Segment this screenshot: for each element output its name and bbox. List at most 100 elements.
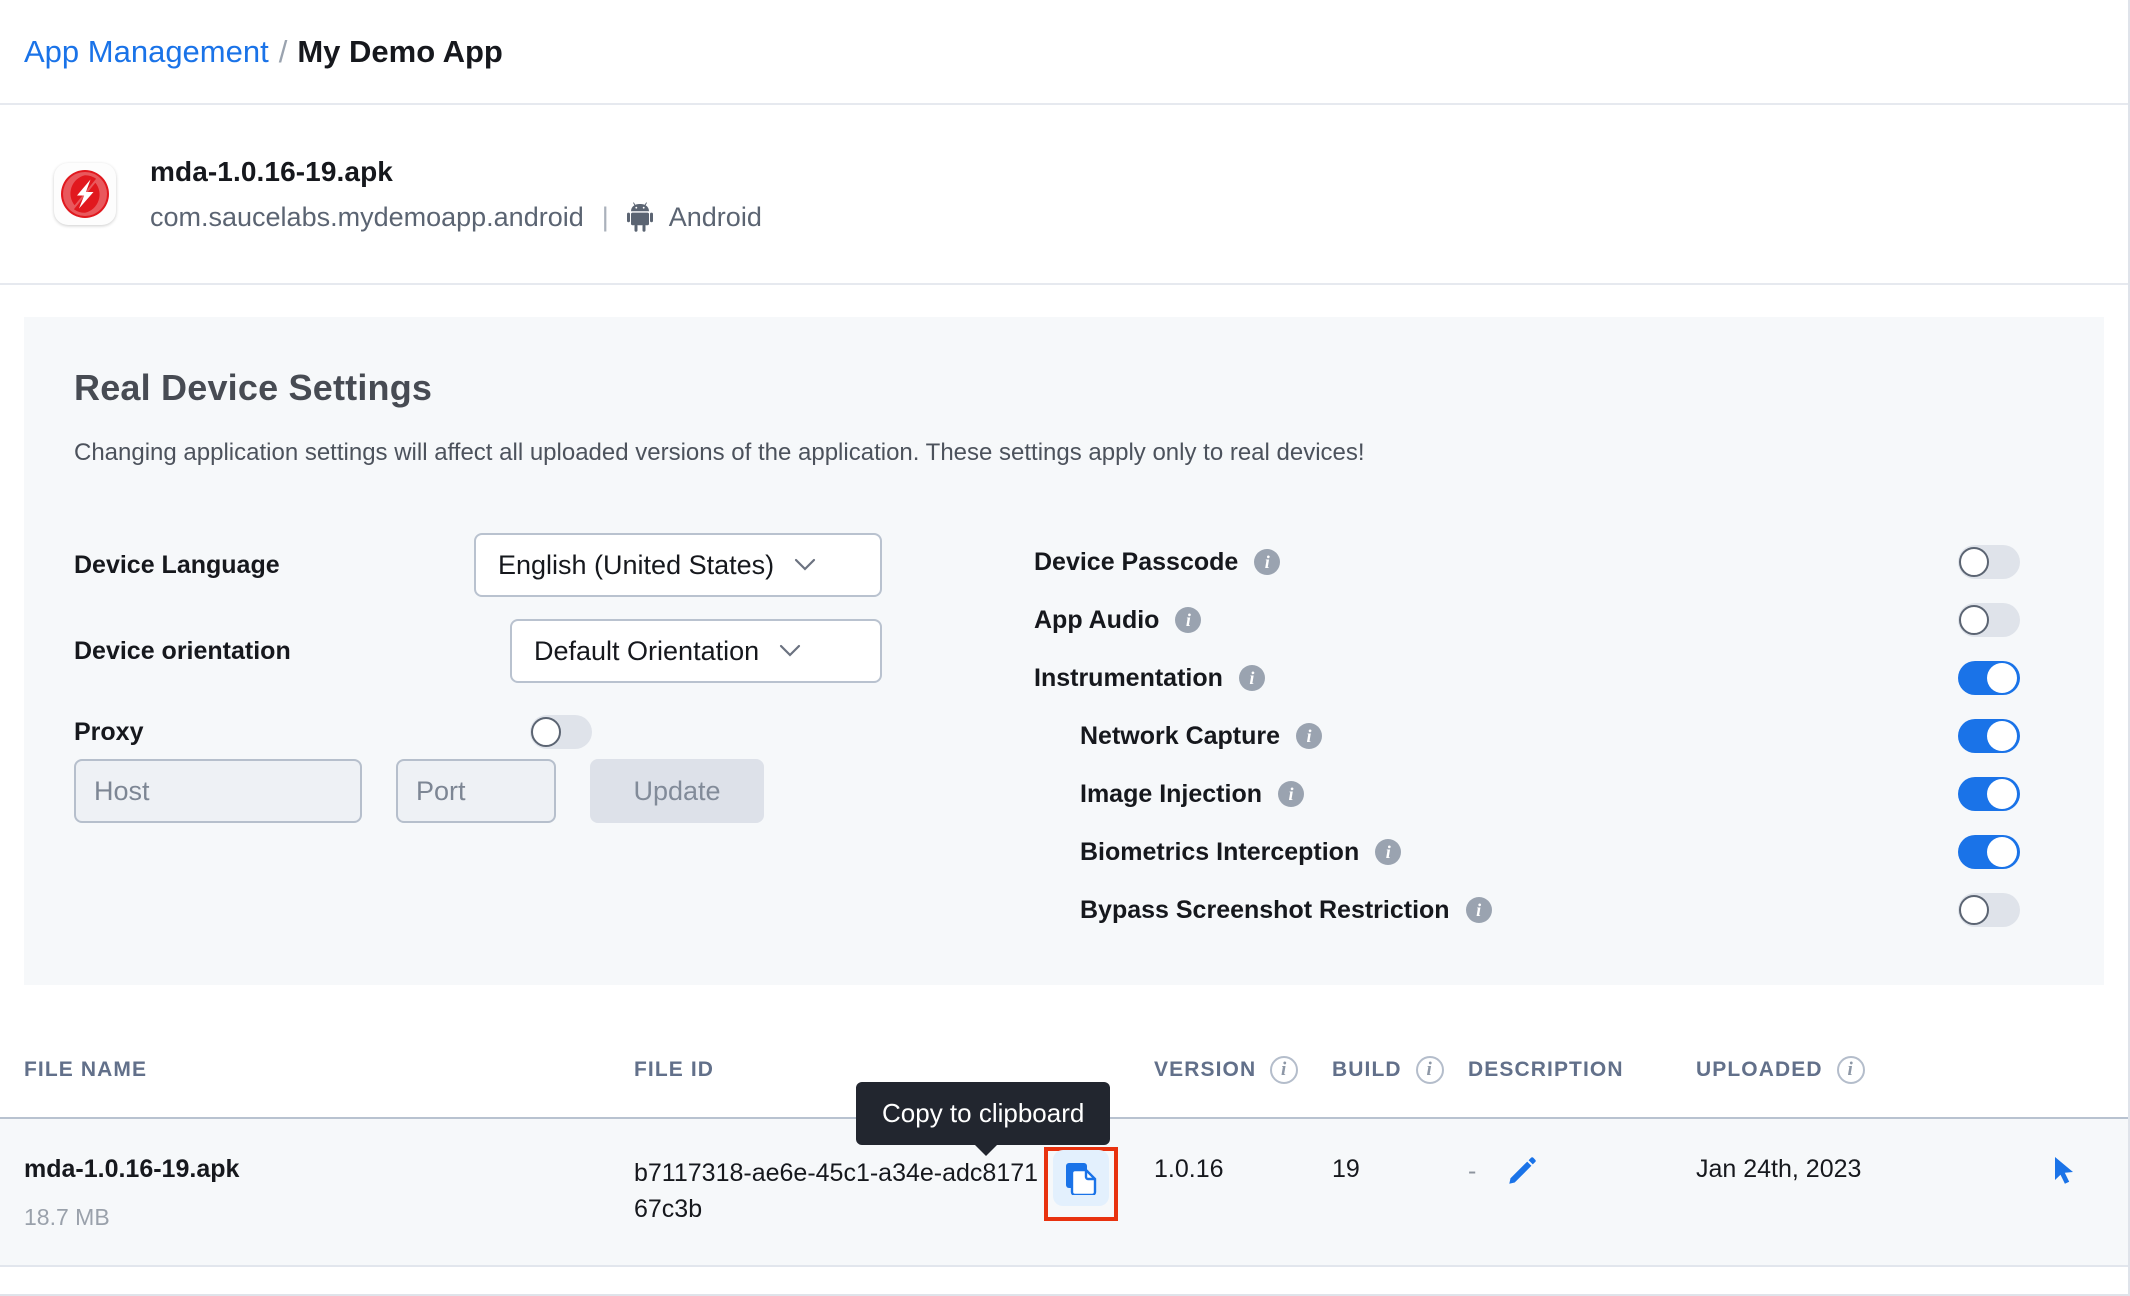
info-icon[interactable]: i: [1837, 1056, 1865, 1084]
row-version: 1.0.16: [1154, 1155, 1224, 1183]
toggle-knob: [1987, 837, 2017, 867]
settings-right-column: Device Passcode i App Audio i: [994, 533, 2054, 939]
toggle-row-biometrics-interception: Biometrics Interception i: [1034, 823, 2054, 881]
column-header-uploaded: UPLOADED i: [1696, 1056, 1996, 1084]
toggle-row-bypass-screenshot-restriction: Bypass Screenshot Restriction i: [1034, 881, 2054, 939]
app-package-name: com.saucelabs.mydemoapp.android: [150, 202, 584, 233]
toggle-label: Bypass Screenshot Restriction: [1080, 896, 1450, 925]
device-language-row: Device Language English (United States): [74, 533, 994, 597]
toggle-knob: [1959, 605, 1989, 635]
cell-copy-action: [1044, 1155, 1154, 1229]
bypass-screenshot-restriction-toggle[interactable]: [1958, 893, 2020, 927]
breadcrumb: App Management / My Demo App: [0, 0, 2128, 105]
app-header: mda-1.0.16-19.apk com.saucelabs.mydemoap…: [0, 105, 2128, 285]
app-audio-toggle[interactable]: [1958, 603, 2020, 637]
info-icon[interactable]: i: [1375, 839, 1401, 865]
network-capture-toggle[interactable]: [1958, 719, 2020, 753]
toggle-row-instrumentation: Instrumentation i: [1034, 649, 2054, 707]
copy-to-clipboard-tooltip: Copy to clipboard: [856, 1082, 1110, 1145]
proxy-row: Proxy: [74, 715, 994, 749]
breadcrumb-current-my-demo-app: My Demo App: [297, 34, 503, 70]
info-icon[interactable]: i: [1416, 1056, 1444, 1084]
column-header-version: VERSION i: [1154, 1056, 1332, 1084]
row-description: -: [1468, 1157, 1476, 1186]
row-file-name: mda-1.0.16-19.apk: [24, 1155, 634, 1184]
info-icon[interactable]: i: [1254, 549, 1280, 575]
proxy-port-input[interactable]: [396, 759, 556, 823]
saucelabs-logo-icon: [54, 163, 116, 225]
proxy-label: Proxy: [74, 718, 474, 747]
toggle-knob: [1959, 895, 1989, 925]
proxy-update-button[interactable]: Update: [590, 759, 764, 823]
cell-version: 1.0.16: [1154, 1155, 1332, 1184]
column-header-file-name: FILE NAME: [24, 1058, 634, 1082]
toggle-cell: [1914, 777, 2054, 811]
real-device-settings-panel: Real Device Settings Changing applicatio…: [24, 317, 2104, 985]
toggle-knob: [1987, 721, 2017, 751]
row-file-id: b7117318-ae6e-45c1-a34e-adc817167c3b: [634, 1155, 1044, 1228]
toggle-label: Biometrics Interception: [1080, 838, 1359, 867]
column-header-build: BUILD i: [1332, 1056, 1468, 1084]
toggle-row-device-passcode: Device Passcode i: [1034, 533, 2054, 591]
proxy-toggle[interactable]: [530, 715, 592, 749]
app-sub-divider: |: [602, 202, 609, 233]
cell-file-id: b7117318-ae6e-45c1-a34e-adc817167c3b: [634, 1155, 1044, 1228]
toggle-label: Network Capture: [1080, 722, 1280, 751]
biometrics-interception-toggle[interactable]: [1958, 835, 2020, 869]
info-icon[interactable]: i: [1270, 1056, 1298, 1084]
toggle-label: Image Injection: [1080, 780, 1262, 809]
cursor-pointer-icon[interactable]: [2050, 1155, 2082, 1189]
info-icon[interactable]: i: [1175, 607, 1201, 633]
settings-columns: Device Language English (United States) …: [74, 533, 2054, 939]
proxy-host-input[interactable]: [74, 759, 362, 823]
row-file-size: 18.7 MB: [24, 1204, 634, 1231]
app-file-name: mda-1.0.16-19.apk: [150, 156, 762, 188]
proxy-inputs: Update: [74, 759, 994, 823]
toggle-label: Device Passcode: [1034, 548, 1238, 577]
breadcrumb-separator: /: [279, 34, 288, 70]
info-icon[interactable]: i: [1296, 723, 1322, 749]
column-header-file-id: FILE ID: [634, 1058, 1044, 1082]
settings-title: Real Device Settings: [74, 367, 2054, 409]
android-icon: [627, 202, 653, 232]
column-header-version-label: VERSION: [1154, 1058, 1256, 1082]
info-icon[interactable]: i: [1466, 897, 1492, 923]
column-header-uploaded-label: UPLOADED: [1696, 1058, 1823, 1082]
device-orientation-value: Default Orientation: [534, 636, 759, 667]
image-injection-toggle[interactable]: [1958, 777, 2020, 811]
device-language-value: English (United States): [498, 550, 774, 581]
toggle-knob: [1987, 663, 2017, 693]
cell-file-name: mda-1.0.16-19.apk 18.7 MB: [24, 1155, 634, 1231]
column-header-description: DESCRIPTION: [1468, 1058, 1696, 1082]
settings-left-column: Device Language English (United States) …: [74, 533, 994, 939]
chevron-down-icon: [779, 644, 801, 658]
device-orientation-row: Device orientation Default Orientation: [74, 619, 994, 683]
toggle-knob: [1987, 779, 2017, 809]
files-table: FILE NAME FILE ID VERSION i BUILD i DESC…: [0, 1023, 2128, 1267]
toggle-row-image-injection: Image Injection i: [1034, 765, 2054, 823]
cell-actions: [1996, 1155, 2130, 1189]
column-header-build-label: BUILD: [1332, 1058, 1402, 1082]
copy-to-clipboard-icon[interactable]: [1053, 1150, 1109, 1206]
info-icon[interactable]: i: [1239, 665, 1265, 691]
breadcrumb-link-app-management[interactable]: App Management: [24, 34, 269, 70]
device-language-select[interactable]: English (United States): [474, 533, 882, 597]
settings-description: Changing application settings will affec…: [74, 439, 2054, 467]
app-management-page: App Management / My Demo App mda-1.0.16-…: [0, 0, 2130, 1296]
row-build: 19: [1332, 1155, 1360, 1183]
chevron-down-icon: [794, 558, 816, 572]
toggle-knob: [531, 717, 561, 747]
toggle-label: Instrumentation: [1034, 664, 1223, 693]
toggle-row-app-audio: App Audio i: [1034, 591, 2054, 649]
toggle-cell: [1914, 603, 2054, 637]
toggle-cell: [1914, 835, 2054, 869]
cell-build: 19: [1332, 1155, 1468, 1184]
device-language-label: Device Language: [74, 551, 474, 580]
instrumentation-toggle[interactable]: [1958, 661, 2020, 695]
cell-description: -: [1468, 1155, 1696, 1187]
device-orientation-select[interactable]: Default Orientation: [510, 619, 882, 683]
device-passcode-toggle[interactable]: [1958, 545, 2020, 579]
app-subtitle: com.saucelabs.mydemoapp.android | Androi…: [150, 202, 762, 233]
info-icon[interactable]: i: [1278, 781, 1304, 807]
pencil-icon[interactable]: [1506, 1155, 1538, 1187]
